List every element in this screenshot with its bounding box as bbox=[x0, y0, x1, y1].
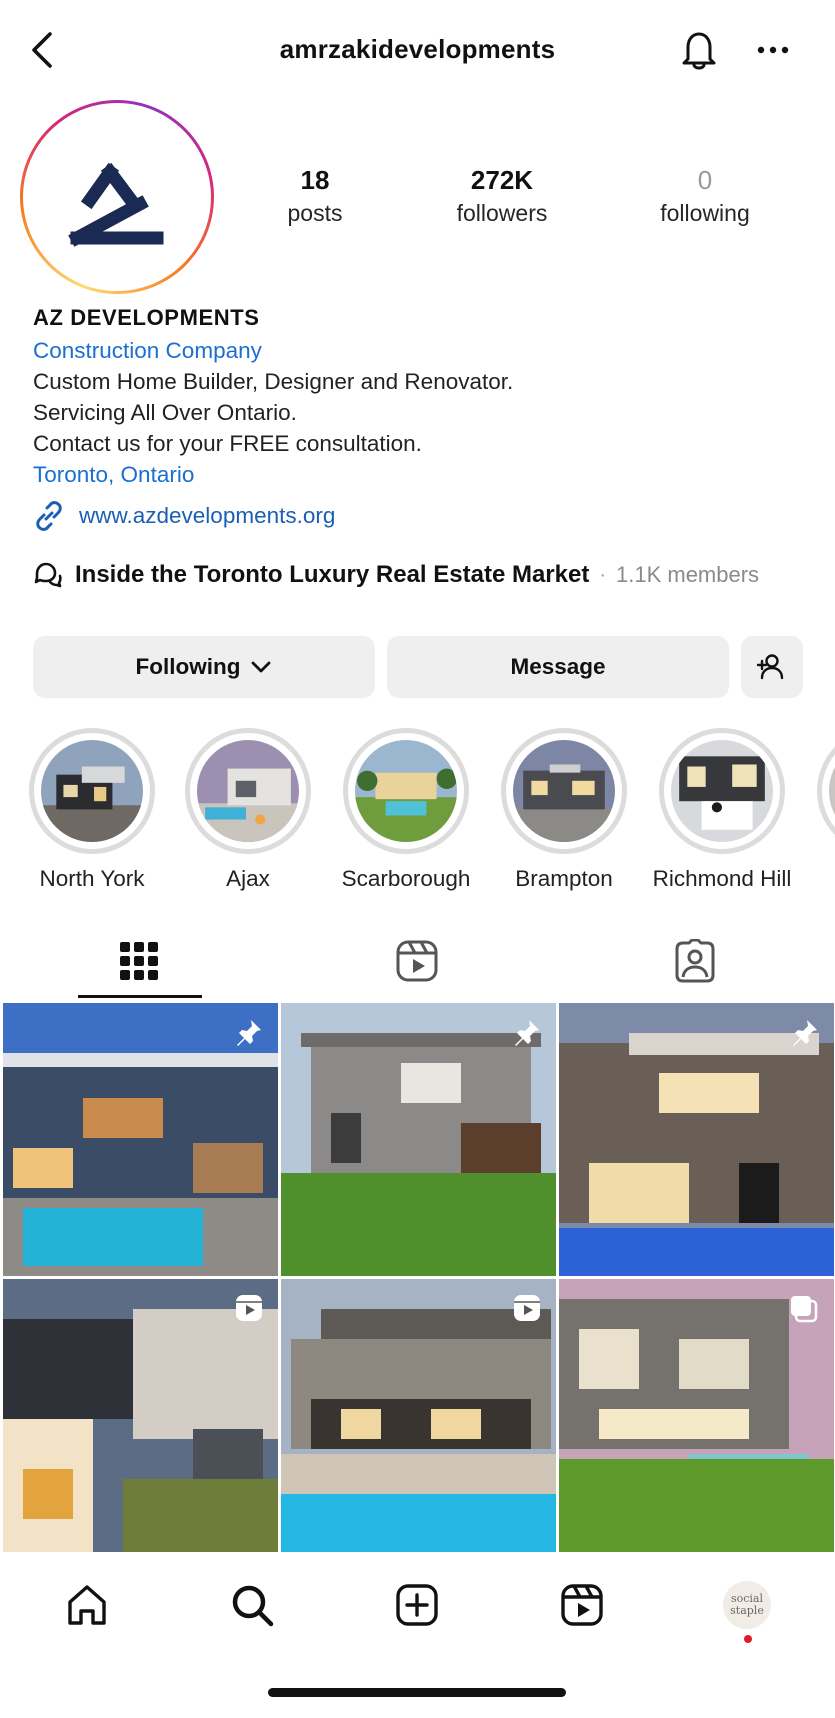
posts-grid bbox=[3, 1003, 835, 1553]
following-label: following bbox=[660, 200, 750, 226]
profile-category[interactable]: Construction Company bbox=[33, 335, 813, 366]
more-options-button[interactable] bbox=[750, 30, 796, 70]
avatar-text-line: staple bbox=[730, 1604, 764, 1617]
highlight-label: North York bbox=[39, 866, 145, 891]
more-horizontal-icon bbox=[757, 46, 789, 54]
website-link[interactable]: www.azdevelopments.org bbox=[33, 500, 335, 532]
home-indicator bbox=[268, 1688, 566, 1697]
post-tile[interactable] bbox=[3, 1003, 278, 1276]
highlight-image bbox=[671, 740, 773, 842]
search-icon bbox=[232, 1585, 274, 1627]
tab-tagged[interactable] bbox=[556, 920, 834, 1002]
highlight-scarborough[interactable]: Scarborough bbox=[326, 728, 486, 892]
message-button[interactable]: Message bbox=[387, 636, 729, 698]
post-tile[interactable] bbox=[3, 1279, 278, 1552]
highlight-image bbox=[41, 740, 143, 842]
pin-icon bbox=[790, 1017, 820, 1052]
profile-tabs bbox=[0, 920, 835, 1002]
following-count[interactable]: 0 following bbox=[620, 165, 790, 227]
followers-label: followers bbox=[456, 200, 548, 226]
profile-bio: AZ DEVELOPMENTS Construction Company Cus… bbox=[33, 305, 813, 490]
message-button-label: Message bbox=[510, 654, 606, 679]
bio-line: Servicing All Over Ontario. bbox=[33, 400, 297, 425]
highlight-ajax[interactable]: Ajax bbox=[168, 728, 328, 892]
notification-dot bbox=[744, 1635, 752, 1643]
highlight-image bbox=[355, 740, 457, 842]
pin-icon bbox=[512, 1017, 542, 1052]
top-bar: amrzakidevelopments bbox=[0, 0, 835, 100]
highlight-label: Scarborough bbox=[341, 866, 471, 891]
add-user-icon bbox=[756, 654, 784, 680]
carousel-icon bbox=[788, 1293, 820, 1330]
profile-avatar[interactable] bbox=[20, 100, 214, 294]
highlight-image bbox=[829, 740, 835, 842]
followers-number: 272K bbox=[470, 165, 534, 195]
highlight-label: Brampton bbox=[515, 866, 613, 891]
highlight-label: Richmond Hill bbox=[652, 866, 792, 891]
highlight-north-york[interactable]: North York bbox=[12, 728, 172, 892]
story-highlights: North York Ajax Scarborough Brampton Ric… bbox=[0, 728, 835, 898]
active-tab-indicator bbox=[78, 995, 202, 998]
reels-icon bbox=[561, 1584, 603, 1626]
highlight-label: Ajax bbox=[226, 866, 270, 891]
posts-label: posts bbox=[287, 200, 343, 226]
bio-line: Custom Home Builder, Designer and Renova… bbox=[33, 369, 514, 394]
pin-icon bbox=[234, 1017, 264, 1052]
posts-count[interactable]: 18 posts bbox=[230, 165, 400, 227]
nav-home[interactable] bbox=[52, 1570, 122, 1640]
create-icon bbox=[396, 1584, 438, 1626]
add-user-button[interactable] bbox=[741, 636, 803, 698]
az-logo-icon bbox=[68, 162, 164, 247]
bio-line: Contact us for your FREE consultation. bbox=[33, 431, 422, 456]
highlight-partial[interactable] bbox=[800, 728, 835, 854]
home-icon bbox=[68, 1585, 106, 1625]
profile-display-name: AZ DEVELOPMENTS bbox=[33, 305, 260, 330]
tab-reels[interactable] bbox=[278, 920, 556, 1002]
posts-number: 18 bbox=[300, 165, 330, 195]
reel-icon bbox=[234, 1293, 264, 1328]
community-members: 1.1K members bbox=[616, 562, 760, 587]
community-chat[interactable]: Inside the Toronto Luxury Real Estate Ma… bbox=[33, 560, 759, 590]
notifications-button[interactable] bbox=[676, 25, 722, 75]
post-tile[interactable] bbox=[281, 1279, 556, 1552]
following-button-label: Following bbox=[135, 654, 241, 679]
nav-create[interactable] bbox=[382, 1570, 452, 1640]
highlight-image bbox=[197, 740, 299, 842]
chat-bubbles-icon bbox=[34, 562, 62, 588]
az-logo bbox=[23, 103, 211, 291]
highlight-image bbox=[513, 740, 615, 842]
followers-count[interactable]: 272K followers bbox=[417, 165, 587, 227]
bottom-navigation: social staple bbox=[0, 1560, 835, 1650]
tagged-icon bbox=[675, 939, 715, 983]
following-number: 0 bbox=[697, 165, 713, 195]
nav-search[interactable] bbox=[217, 1570, 287, 1640]
tab-posts-grid[interactable] bbox=[0, 920, 278, 1002]
bell-icon bbox=[682, 32, 716, 70]
link-icon bbox=[36, 501, 62, 531]
website-url: www.azdevelopments.org bbox=[79, 503, 336, 528]
nav-profile[interactable]: social staple bbox=[712, 1570, 782, 1640]
reel-icon bbox=[512, 1293, 542, 1328]
post-tile[interactable] bbox=[559, 1003, 834, 1276]
grid-icon bbox=[120, 942, 158, 980]
highlight-richmond-hill[interactable]: Richmond Hill bbox=[642, 728, 802, 892]
nav-reels[interactable] bbox=[547, 1570, 617, 1640]
community-separator: · bbox=[599, 563, 606, 586]
following-button[interactable]: Following bbox=[33, 636, 375, 698]
profile-stats: 18 posts 272K followers 0 following bbox=[230, 165, 820, 235]
chevron-down-icon bbox=[252, 661, 271, 673]
community-title: Inside the Toronto Luxury Real Estate Ma… bbox=[75, 561, 590, 588]
profile-location[interactable]: Toronto, Ontario bbox=[33, 459, 813, 490]
post-tile[interactable] bbox=[559, 1279, 834, 1552]
post-tile[interactable] bbox=[281, 1003, 556, 1276]
highlight-brampton[interactable]: Brampton bbox=[484, 728, 644, 892]
reels-icon bbox=[396, 940, 438, 982]
profile-avatar-thumb: social staple bbox=[723, 1581, 771, 1629]
